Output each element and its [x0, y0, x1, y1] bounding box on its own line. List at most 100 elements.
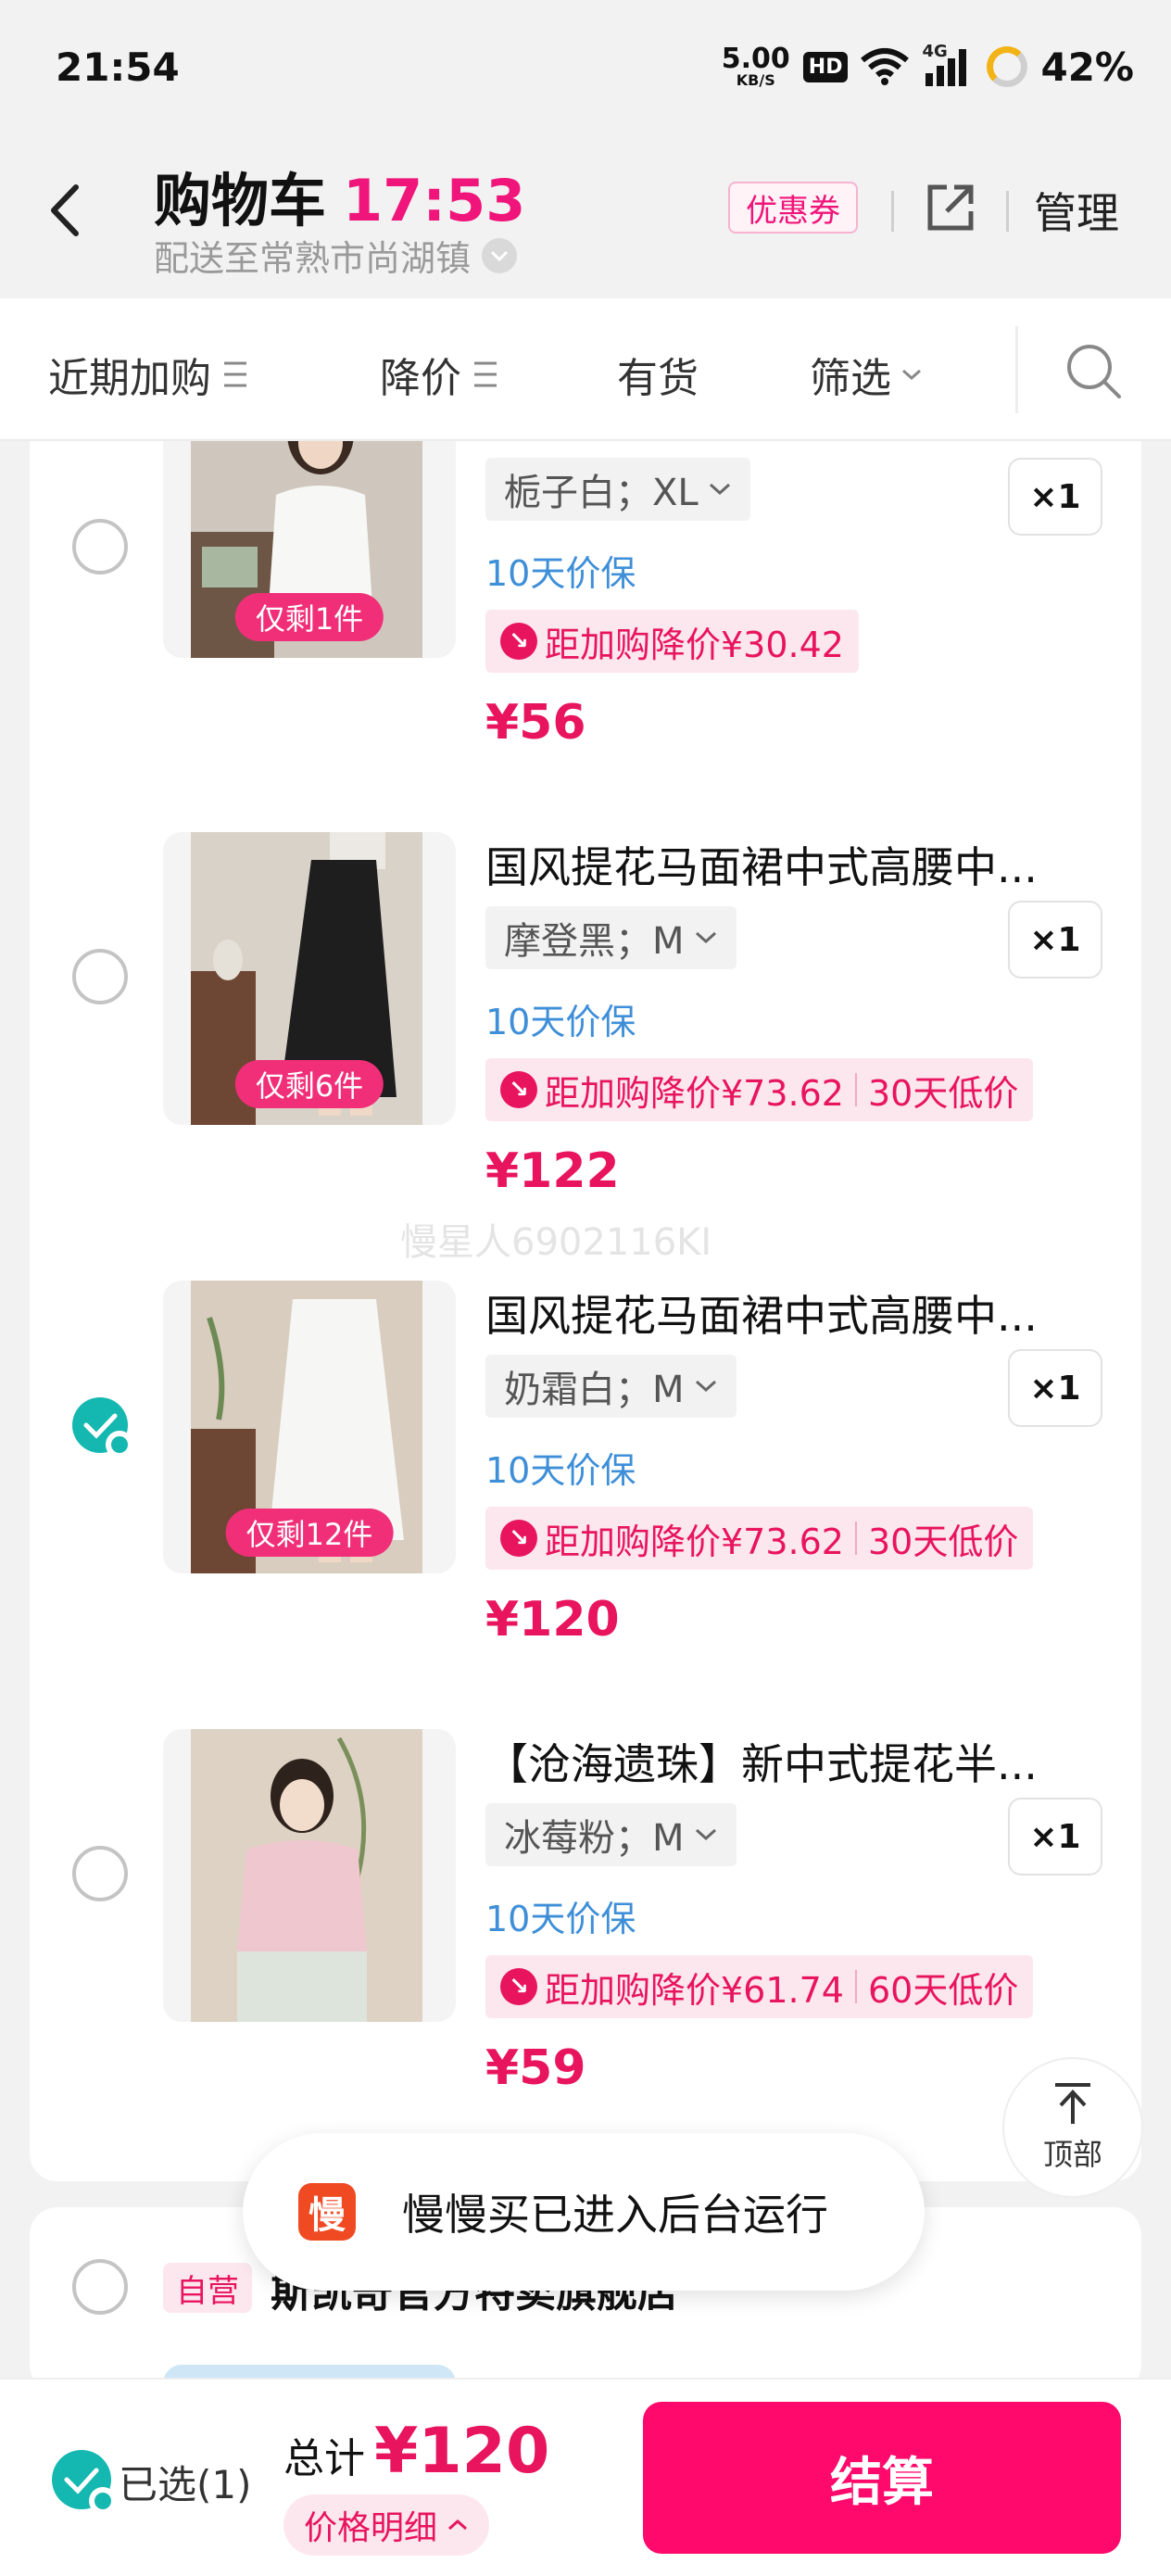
- cart-item: 仅剩12件 国风提花马面裙中式高腰中... 奶霜白；M ×1 10天价保 ↘ 距…: [30, 1262, 1141, 1711]
- badge-divider: [854, 1970, 857, 2003]
- header-divider: [891, 191, 894, 232]
- item-checkbox[interactable]: [72, 949, 128, 1004]
- product-image[interactable]: 仅剩12件: [163, 1281, 456, 1573]
- cart-item: 仅剩6件 国风提花马面裙中式高腰中... 摩登黑；M ×1 10天价保 ↘ 距加…: [30, 814, 1141, 1262]
- spec-text: 冰莓粉；M: [504, 1817, 685, 1860]
- status-bar: 21:54 5.00 KB/S HD 4G 42%: [0, 0, 1171, 139]
- address-text: 配送至常熟市尚湖镇: [154, 238, 472, 279]
- product-image[interactable]: 仅剩1件: [163, 441, 456, 658]
- stock-badge: 仅剩12件: [225, 1509, 394, 1557]
- search-icon[interactable]: [1064, 341, 1123, 400]
- chevron-down-icon: [695, 1380, 716, 1393]
- product-name[interactable]: 国风提花马面裙中式高腰中...: [485, 834, 1038, 895]
- net-speed: 5.00 KB/S: [722, 45, 790, 88]
- checkout-button[interactable]: 结算: [643, 2402, 1121, 2554]
- filter-price-drop[interactable]: 降价: [380, 345, 508, 404]
- spec-selector[interactable]: 栀子白；XL: [485, 458, 750, 521]
- stock-badge: 仅剩1件: [234, 593, 384, 641]
- price-protection[interactable]: 10天价保: [485, 1890, 636, 1941]
- price-drop-badge: ↘ 距加购降价¥61.74 60天低价: [485, 1955, 1034, 2018]
- quantity-stepper[interactable]: ×1: [1008, 1798, 1102, 1875]
- price-protection[interactable]: 10天价保: [485, 545, 636, 596]
- item-checkbox[interactable]: [72, 519, 128, 575]
- app-icon: 慢: [298, 2183, 356, 2241]
- cart-item: 【沧海遗珠】新中式提花半... 冰莓粉；M ×1 10天价保 ↘ 距加购降价¥6…: [30, 1711, 1141, 2159]
- price-drop-text: 距加购降价¥73.62: [545, 1521, 844, 1562]
- price-drop-icon: ↘: [500, 1968, 537, 2005]
- filter-more[interactable]: 筛选: [810, 345, 923, 404]
- price-detail-button[interactable]: 价格明细: [283, 2494, 490, 2556]
- filter-label: 降价: [380, 355, 461, 402]
- lock-icon: [106, 1431, 133, 1458]
- item-price: ¥56: [485, 695, 586, 751]
- page-title: 购物车 17:53: [154, 154, 525, 237]
- cart-item-list: 仅剩1件 栀子白；XL ×1 10天价保 ↘ 距加购降价¥30.42 ¥56 仅…: [30, 441, 1141, 2181]
- toast-message: 慢慢买已进入后台运行: [402, 2190, 828, 2240]
- checkout-bar: 已选(1) 总计 ¥120 价格明细 结算: [0, 2378, 1171, 2576]
- spec-selector[interactable]: 冰莓粉；M: [485, 1803, 737, 1866]
- price-drop-badge: ↘ 距加购降价¥73.62 30天低价: [485, 1058, 1034, 1121]
- quantity-stepper[interactable]: ×1: [1008, 1349, 1102, 1427]
- battery-ring-icon: [987, 46, 1028, 87]
- back-to-top-button[interactable]: 顶部: [1002, 2057, 1143, 2198]
- store-checkbox[interactable]: [72, 2259, 128, 2315]
- price-protection[interactable]: 10天价保: [485, 1442, 636, 1493]
- filter-label: 筛选: [810, 355, 891, 402]
- coupon-button[interactable]: 优惠券: [728, 182, 858, 234]
- badge-divider: [854, 1073, 857, 1106]
- chevron-down-icon: [482, 237, 518, 273]
- spec-text: 摩登黑；M: [504, 920, 685, 963]
- manage-button[interactable]: 管理: [1034, 180, 1119, 241]
- delivery-address[interactable]: 配送至常熟市尚湖镇: [154, 230, 518, 281]
- low-price-text: 60天低价: [867, 1969, 1019, 2011]
- item-checkbox[interactable]: [72, 1397, 133, 1458]
- price-detail-label: 价格明细: [304, 2509, 438, 2547]
- header: 购物车 17:53 配送至常熟市尚湖镇 优惠券 管理: [0, 139, 1171, 298]
- chevron-down-icon: [709, 483, 730, 496]
- chevron-down-icon: [695, 1828, 716, 1841]
- price-protection[interactable]: 10天价保: [485, 993, 636, 1044]
- sort-icon: [474, 361, 497, 387]
- spec-selector[interactable]: 摩登黑；M: [485, 906, 737, 969]
- price-drop-icon: ↘: [500, 1071, 537, 1108]
- quantity-stepper[interactable]: ×1: [1008, 901, 1102, 979]
- net-speed-value: 5.00: [721, 43, 790, 75]
- filter-recent[interactable]: 近期加购: [48, 345, 258, 404]
- price-drop-badge: ↘ 距加购降价¥73.62 30天低价: [485, 1507, 1034, 1570]
- total-label: 总计: [283, 2435, 365, 2482]
- spec-text: 奶霜白；M: [504, 1369, 685, 1411]
- badge-divider: [854, 1522, 857, 1555]
- product-image[interactable]: [163, 1729, 456, 2022]
- net-speed-unit: KB/S: [736, 71, 775, 89]
- title-timer: 17:53: [343, 167, 526, 234]
- spec-text: 栀子白；XL: [504, 472, 699, 514]
- share-icon[interactable]: [923, 180, 978, 235]
- price-drop-text: 距加购降价¥61.74: [545, 1969, 844, 2011]
- status-icons: 5.00 KB/S HD 4G 42%: [722, 41, 1134, 93]
- back-icon[interactable]: [43, 178, 89, 243]
- quantity-stepper[interactable]: ×1: [1008, 458, 1102, 536]
- select-all-checkbox[interactable]: [52, 2450, 117, 2515]
- lock-icon: [89, 2487, 117, 2515]
- cart-item: 仅剩1件 栀子白；XL ×1 10天价保 ↘ 距加购降价¥30.42 ¥56: [30, 441, 1141, 814]
- battery-percent: 42%: [1040, 44, 1134, 90]
- product-image[interactable]: 仅剩6件: [163, 832, 456, 1125]
- item-checkbox[interactable]: [72, 1846, 128, 1901]
- selected-count: 已选(1): [119, 2462, 252, 2507]
- spec-selector[interactable]: 奶霜白；M: [485, 1355, 737, 1418]
- filter-in-stock[interactable]: 有货: [617, 345, 699, 404]
- low-price-text: 30天低价: [867, 1072, 1019, 1114]
- watermark: 慢星人6902116KI: [400, 1221, 712, 1264]
- filter-label: 有货: [617, 355, 699, 402]
- product-name[interactable]: 【沧海遗珠】新中式提花半...: [485, 1731, 1038, 1792]
- total-amount: ¥120: [374, 2415, 550, 2488]
- filter-label: 近期加购: [48, 355, 211, 402]
- product-name[interactable]: 国风提花马面裙中式高腰中...: [485, 1282, 1038, 1344]
- price-drop-badge: ↘ 距加购降价¥30.42: [485, 610, 859, 673]
- low-price-text: 30天低价: [867, 1521, 1019, 1562]
- signal-icon: 4G: [922, 42, 974, 88]
- price-drop-icon: ↘: [500, 623, 537, 660]
- item-price: ¥120: [485, 1592, 620, 1648]
- wifi-icon: [861, 48, 910, 85]
- chevron-up-icon: [448, 2519, 468, 2531]
